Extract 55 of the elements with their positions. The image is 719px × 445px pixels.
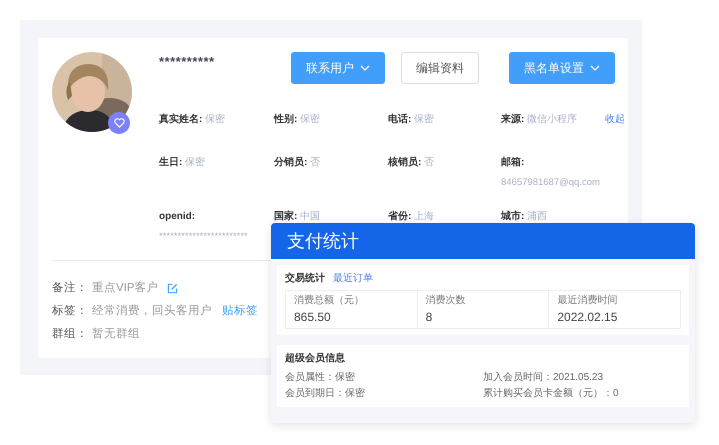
- member-info-text: 会员到期日：保密: [285, 386, 366, 401]
- caret-icon: [590, 65, 600, 71]
- collapse-link[interactable]: 收起: [605, 114, 625, 125]
- field-label: 电话:: [388, 114, 412, 125]
- member-info-text: 累计购买会员卡金额（元）：0: [483, 386, 620, 401]
- field-label: 国家:: [274, 211, 298, 222]
- note-value: 暂无群组: [92, 326, 140, 342]
- section-title: 交易统计: [285, 271, 325, 286]
- field-value: 84657981687@qq.com: [501, 176, 600, 190]
- field-label: 生日:: [159, 157, 182, 168]
- stat-label: 消费总额（元）: [294, 294, 365, 308]
- field-value: 否: [424, 157, 434, 168]
- member-info-text: 加入会员时间：2021.05.23: [483, 370, 604, 385]
- field-label: 真实姓名:: [159, 114, 202, 125]
- edit-icon[interactable]: [166, 283, 178, 294]
- member-info-text: 会员属性：保密: [285, 370, 356, 385]
- field-label: 城市:: [501, 211, 524, 222]
- stat-value: 8: [426, 309, 434, 326]
- stat-label: 消费次数: [426, 294, 467, 308]
- note-label: 群组：: [52, 326, 88, 342]
- field-value: 中国: [300, 211, 320, 222]
- field-label: 省份:: [388, 211, 412, 222]
- section-title: 超级会员信息: [285, 352, 346, 366]
- field-label: 核销员:: [388, 157, 422, 168]
- note-label: 备注：: [52, 280, 88, 296]
- note-label: 标签：: [52, 304, 88, 319]
- panel-header: 支付统计: [271, 223, 695, 259]
- stat-value: 2022.02.15: [557, 309, 618, 326]
- field-value: ************************: [159, 230, 248, 244]
- field-value: 浦西: [527, 211, 548, 222]
- note-value: 重点VIP客户: [92, 280, 159, 296]
- field-value: 保密: [300, 114, 320, 125]
- add-tag-link[interactable]: 贴标签: [222, 302, 258, 320]
- field-value: 上海: [414, 211, 434, 222]
- field-value: 保密: [185, 157, 206, 168]
- action-button[interactable]: 黑名单设置: [509, 52, 615, 84]
- caret-icon: [360, 65, 370, 71]
- field-value: 否: [310, 157, 320, 168]
- note-value: 经常消费，回头客用户: [92, 303, 212, 319]
- favorite-badge[interactable]: [108, 112, 130, 134]
- field-label: 来源:: [501, 114, 524, 125]
- field-label: 性别:: [274, 114, 298, 125]
- field-value: 保密: [205, 114, 226, 125]
- heart-icon: [114, 118, 124, 128]
- user-name: **********: [159, 53, 215, 72]
- action-button[interactable]: 编辑资料: [401, 52, 479, 84]
- stat-label: 最近消费时间: [557, 294, 618, 308]
- field-label: 邮箱:: [501, 156, 526, 170]
- field-value: 微信小程序: [527, 114, 578, 125]
- action-button[interactable]: 联系用户: [291, 52, 385, 84]
- recent-orders-link[interactable]: 最近订单: [333, 271, 373, 286]
- field-label: openid:: [159, 210, 196, 224]
- field-value: 保密: [414, 114, 434, 125]
- field-label: 分销员:: [274, 157, 308, 168]
- stat-value: 865.50: [294, 309, 332, 326]
